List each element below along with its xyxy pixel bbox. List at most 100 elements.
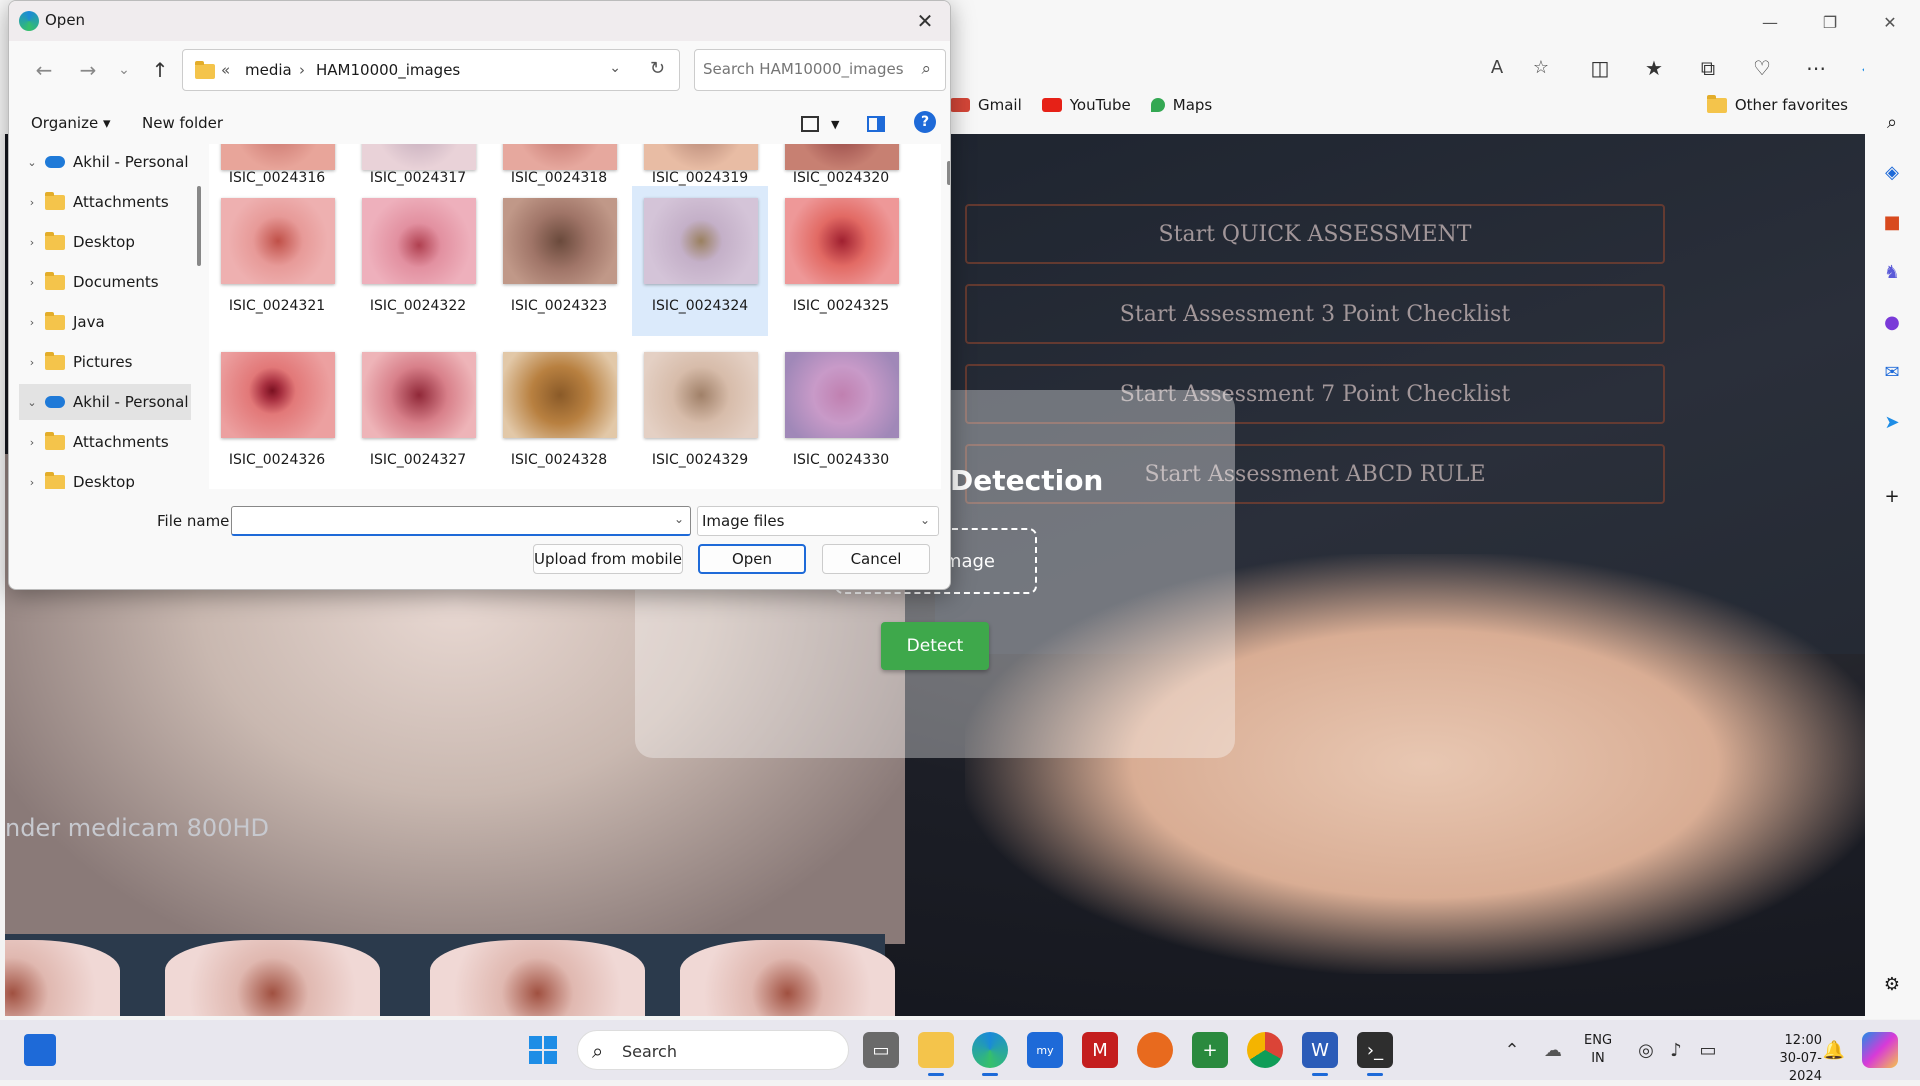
chevron-right-icon[interactable]: › <box>19 476 45 489</box>
tree-item-akhil-personal-selected[interactable]: ⌄ Akhil - Personal <box>19 384 191 420</box>
tree-item-akhil-personal[interactable]: ⌄ Akhil - Personal <box>19 144 191 180</box>
recent-locations-chevron-icon[interactable]: ⌄ <box>109 55 139 85</box>
word-icon[interactable]: W <box>1302 1032 1338 1076</box>
file-item[interactable]: ISIC_0024327 <box>350 340 486 489</box>
chevron-down-icon[interactable]: ⌄ <box>19 396 45 409</box>
back-arrow-icon[interactable]: ← <box>29 55 59 85</box>
chevron-right-icon[interactable]: › <box>19 436 45 449</box>
tree-item-documents[interactable]: › Documents <box>19 264 191 300</box>
search-icon[interactable]: ⌕ <box>1876 106 1908 138</box>
detect-button[interactable]: Detect <box>881 622 989 670</box>
up-arrow-icon[interactable]: ↑ <box>145 55 175 85</box>
file-item[interactable]: ISIC_0024326 <box>209 340 345 489</box>
tree-item-attachments[interactable]: › Attachments <box>19 424 191 460</box>
address-bar[interactable]: « media › HAM10000_images ⌄ ↻ <box>182 49 680 91</box>
help-icon[interactable]: ? <box>914 111 936 133</box>
taskbar-search[interactable]: ⌕ Search <box>577 1030 849 1070</box>
tree-item-pictures[interactable]: › Pictures <box>19 344 191 380</box>
games-icon[interactable]: ♞ <box>1876 256 1908 288</box>
chevron-down-icon[interactable]: ⌄ <box>609 60 621 76</box>
favorite-gmail[interactable]: Gmail <box>950 96 1022 114</box>
file-item-selected[interactable]: ISIC_0024324 <box>632 186 768 336</box>
firefox-icon[interactable] <box>1137 1032 1173 1068</box>
chevron-down-icon[interactable]: ▼ <box>831 118 839 131</box>
tree-item-desktop[interactable]: › Desktop <box>19 464 191 489</box>
tree-item-desktop[interactable]: › Desktop <box>19 224 191 260</box>
chevron-right-icon[interactable]: › <box>19 196 45 209</box>
tools-icon[interactable]: ■ <box>1876 206 1908 238</box>
start-icon[interactable] <box>529 1036 557 1064</box>
chevron-down-icon[interactable]: ⌄ <box>674 512 684 526</box>
file-item[interactable]: ISIC_0024325 <box>773 186 909 336</box>
preview-pane-icon[interactable] <box>867 116 885 132</box>
file-item[interactable]: ISIC_0024330 <box>773 340 909 489</box>
terminal-icon[interactable]: ›_ <box>1357 1032 1393 1076</box>
copilot-taskbar-icon[interactable] <box>1862 1032 1898 1068</box>
file-name-input[interactable]: ⌄ <box>231 506 691 536</box>
mcafee-icon[interactable]: M <box>1082 1032 1118 1068</box>
language-indicator[interactable]: ENG IN <box>1584 1032 1612 1068</box>
chevron-up-icon[interactable]: ⌃ <box>1494 1032 1530 1068</box>
view-options-icon[interactable] <box>801 116 819 132</box>
tree-item-attachments[interactable]: › Attachments <box>19 184 191 220</box>
minimize-icon[interactable]: — <box>1740 0 1800 44</box>
organize-button[interactable]: Organize ▾ <box>31 114 111 132</box>
file-type-select[interactable]: Image files ⌄ <box>697 506 939 536</box>
chevron-right-icon[interactable]: › <box>19 276 45 289</box>
app-stack-icon[interactable]: + <box>1192 1032 1228 1068</box>
shopping-tag-icon[interactable]: ◈ <box>1876 156 1908 188</box>
favorite-youtube[interactable]: YouTube <box>1041 96 1131 114</box>
other-favorites[interactable]: Other favorites <box>1706 94 1848 114</box>
notification-bell-icon[interactable]: 🔔 <box>1816 1032 1852 1068</box>
outlook-icon[interactable]: ✉ <box>1876 356 1908 388</box>
read-aloud-icon[interactable]: A <box>1480 50 1514 84</box>
collections-icon[interactable]: ⧉ <box>1688 50 1728 86</box>
close-icon[interactable]: ✕ <box>910 7 940 35</box>
forward-arrow-icon[interactable]: → <box>73 55 103 85</box>
close-window-icon[interactable]: ✕ <box>1860 0 1920 44</box>
file-grid-scrollbar[interactable] <box>947 161 950 185</box>
favorite-star-icon[interactable]: ☆ <box>1524 50 1558 84</box>
breadcrumb-media[interactable]: media <box>245 61 292 79</box>
task-view-icon[interactable]: ▭ <box>863 1032 899 1068</box>
breadcrumb-overflow[interactable]: « <box>221 61 230 79</box>
restore-icon[interactable]: ❐ <box>1800 0 1860 44</box>
office-icon[interactable]: ● <box>1876 306 1908 338</box>
chevron-right-icon[interactable]: › <box>19 356 45 369</box>
file-item[interactable]: ISIC_0024322 <box>350 186 486 336</box>
new-folder-button[interactable]: New folder <box>142 114 223 132</box>
settings-icon[interactable]: ⚙ <box>1876 968 1908 1000</box>
add-icon[interactable]: + <box>1876 480 1908 512</box>
mylip-icon[interactable]: my <box>1027 1032 1063 1068</box>
chrome-icon[interactable] <box>1247 1032 1283 1068</box>
file-item[interactable]: ISIC_0024323 <box>491 186 627 336</box>
onedrive-tray-icon[interactable]: ☁ <box>1535 1032 1571 1068</box>
favorite-maps[interactable]: Maps <box>1150 96 1212 114</box>
file-item[interactable]: ISIC_0024329 <box>632 340 768 489</box>
refresh-icon[interactable]: ↻ <box>650 58 665 79</box>
send-icon[interactable]: ➤ <box>1876 406 1908 438</box>
tree-item-java[interactable]: › Java <box>19 304 191 340</box>
breadcrumb-ham10000[interactable]: HAM10000_images <box>316 61 460 79</box>
split-screen-icon[interactable]: ◫ <box>1580 50 1620 86</box>
battery-icon[interactable]: ▭ <box>1690 1032 1726 1068</box>
file-explorer-icon[interactable] <box>918 1032 954 1076</box>
volume-icon[interactable]: ♪ <box>1658 1032 1694 1068</box>
upload-from-mobile-button[interactable]: Upload from mobile <box>533 544 683 574</box>
edge-browser-icon[interactable] <box>972 1032 1008 1076</box>
search-input[interactable] <box>703 60 903 78</box>
chevron-right-icon[interactable]: › <box>19 316 45 329</box>
search-field[interactable]: ⌕ <box>694 49 946 91</box>
more-options-icon[interactable]: ⋯ <box>1796 50 1836 86</box>
favorites-icon[interactable]: ★ <box>1634 50 1674 86</box>
browser-essentials-icon[interactable]: ♡ <box>1742 50 1782 86</box>
chevron-down-icon[interactable]: ⌄ <box>19 156 45 169</box>
file-item[interactable]: ISIC_0024321 <box>209 186 345 336</box>
clock[interactable]: 12:00 30-07-2024 <box>1762 1032 1822 1086</box>
chevron-right-icon[interactable]: › <box>19 236 45 249</box>
open-button[interactable]: Open <box>698 544 806 574</box>
file-item[interactable]: ISIC_0024328 <box>491 340 627 489</box>
cancel-button[interactable]: Cancel <box>822 544 930 574</box>
widgets-icon[interactable] <box>24 1034 56 1066</box>
navigation-scrollbar[interactable] <box>197 186 201 266</box>
